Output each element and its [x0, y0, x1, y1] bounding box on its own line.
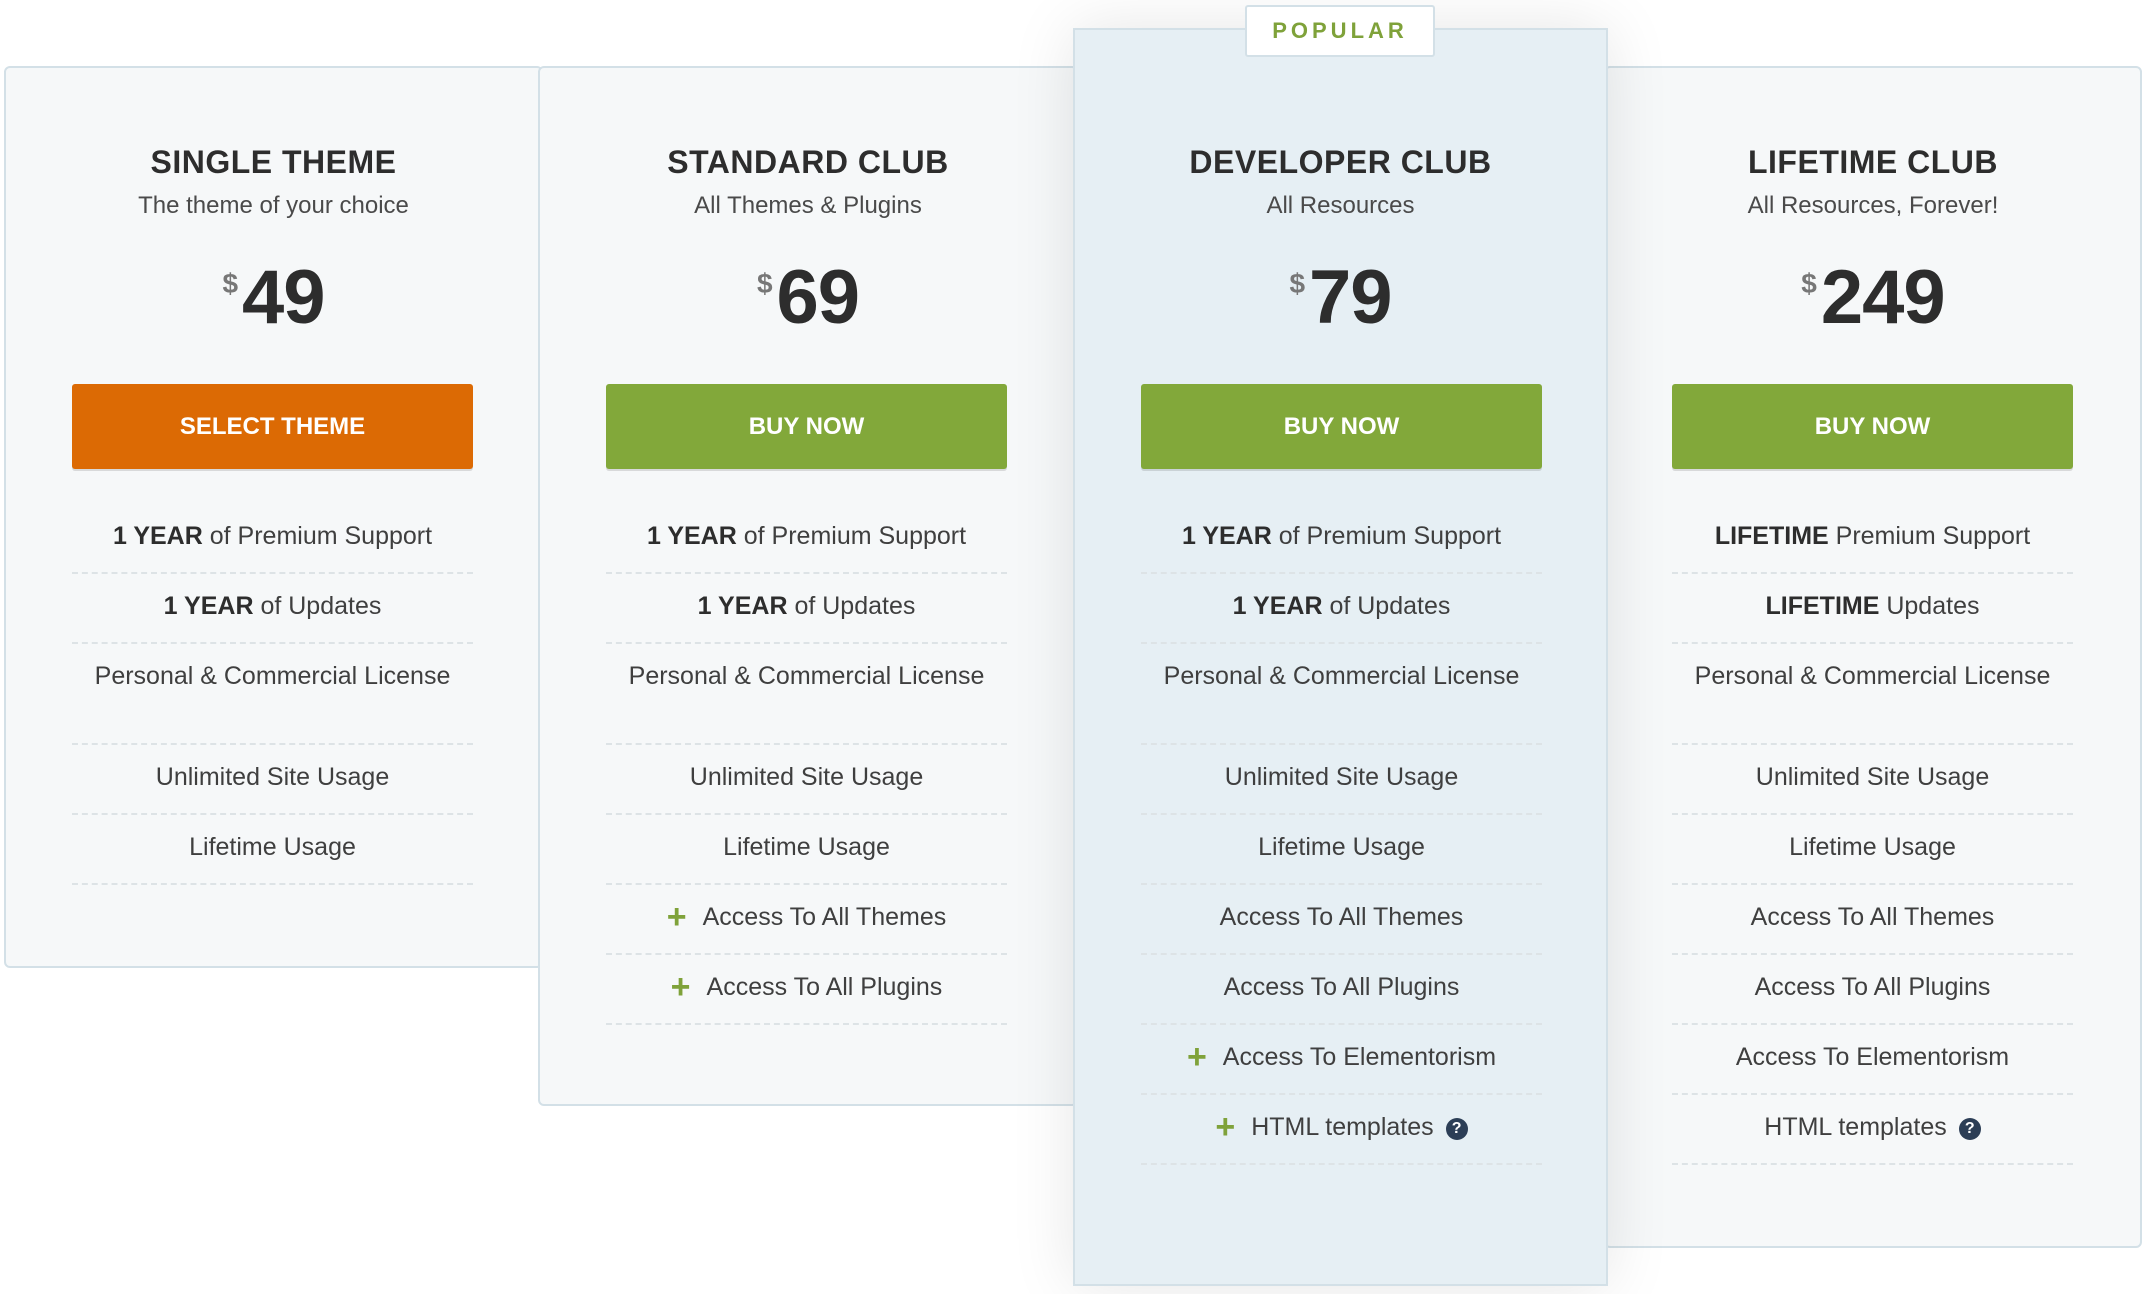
help-icon[interactable]: ?	[1958, 1118, 1981, 1140]
feature-site-usage: Unlimited Site Usage	[606, 745, 1007, 815]
feature-all-plugins: + Access To All Plugins	[606, 955, 1007, 1025]
feature-license: Personal & Commercial License	[1672, 644, 2073, 745]
plan-subtitle: All Resources, Forever!	[1747, 192, 1999, 219]
feature-all-plugins: Access To All Plugins	[1672, 955, 2073, 1025]
feature-support: LIFETIME Premium Support	[1672, 504, 2073, 574]
plan-subtitle: All Resources	[1266, 192, 1415, 219]
feature-site-usage: Unlimited Site Usage	[1141, 745, 1542, 815]
feature-html-templates: + HTML templates?	[1141, 1095, 1542, 1165]
feature-all-plugins: Access To All Plugins	[1141, 955, 1542, 1025]
feature-list: 1 YEAR of Premium Support 1 YEAR of Upda…	[1141, 504, 1542, 1165]
plan-name: STANDARD CLUB	[667, 144, 949, 180]
buy-now-button[interactable]: BUY NOW	[1141, 384, 1542, 469]
feature-site-usage: Unlimited Site Usage	[1672, 745, 2073, 815]
price-amount: 49	[242, 255, 326, 340]
feature-lifetime-usage: Lifetime Usage	[1141, 815, 1542, 885]
plan-price: $249	[1606, 258, 2140, 348]
feature-updates: 1 YEAR of Updates	[72, 574, 473, 644]
feature-site-usage: Unlimited Site Usage	[72, 745, 473, 815]
plus-icon: +	[666, 898, 687, 936]
price-amount: 249	[1820, 255, 1946, 340]
feature-list: 1 YEAR of Premium Support 1 YEAR of Upda…	[606, 504, 1007, 1025]
feature-elementorism: Access To Elementorism	[1672, 1025, 2073, 1095]
feature-all-themes: Access To All Themes	[1141, 885, 1542, 955]
plan-subtitle: The theme of your choice	[138, 192, 409, 219]
plan-card-lifetime-club: LIFETIME CLUB All Resources, Forever! $2…	[1604, 66, 2142, 1248]
buy-now-button[interactable]: BUY NOW	[606, 384, 1007, 469]
feature-list: LIFETIME Premium Support LIFETIME Update…	[1672, 504, 2073, 1165]
plan-price: $49	[6, 258, 541, 348]
plan-card-standard-club: STANDARD CLUB All Themes & Plugins $69 B…	[538, 66, 1078, 1106]
help-icon[interactable]: ?	[1445, 1118, 1468, 1140]
plus-icon: +	[1186, 1038, 1207, 1076]
currency-symbol: $	[222, 268, 239, 299]
popular-badge: POPULAR	[1245, 5, 1435, 57]
plan-card-developer-club: DEVELOPER CLUB All Resources $79 BUY NOW…	[1073, 28, 1608, 1286]
price-amount: 69	[776, 255, 861, 340]
feature-lifetime-usage: Lifetime Usage	[72, 815, 473, 885]
plus-icon: +	[1215, 1108, 1236, 1146]
select-theme-button[interactable]: SELECT THEME	[72, 384, 473, 469]
feature-support: 1 YEAR of Premium Support	[1141, 504, 1542, 574]
feature-updates: 1 YEAR of Updates	[606, 574, 1007, 644]
feature-lifetime-usage: Lifetime Usage	[606, 815, 1007, 885]
buy-now-button[interactable]: BUY NOW	[1672, 384, 2073, 469]
feature-license: Personal & Commercial License	[72, 644, 473, 745]
feature-updates: 1 YEAR of Updates	[1141, 574, 1542, 644]
feature-elementorism: + Access To Elementorism	[1141, 1025, 1542, 1095]
currency-symbol: $	[1801, 268, 1817, 299]
feature-license: Personal & Commercial License	[1141, 644, 1542, 745]
plan-subtitle: All Themes & Plugins	[694, 192, 922, 219]
currency-symbol: $	[1289, 268, 1306, 299]
feature-all-themes: Access To All Themes	[1672, 885, 2073, 955]
feature-all-themes: + Access To All Themes	[606, 885, 1007, 955]
currency-symbol: $	[756, 268, 773, 299]
feature-updates: LIFETIME Updates	[1672, 574, 2073, 644]
plan-card-single-theme: SINGLE THEME The theme of your choice $4…	[4, 66, 543, 968]
feature-support: 1 YEAR of Premium Support	[606, 504, 1007, 574]
plan-name: DEVELOPER CLUB	[1189, 144, 1492, 180]
feature-html-templates: HTML templates?	[1672, 1095, 2073, 1165]
feature-support: 1 YEAR of Premium Support	[72, 504, 473, 574]
feature-lifetime-usage: Lifetime Usage	[1672, 815, 2073, 885]
plan-name: LIFETIME CLUB	[1747, 144, 1999, 180]
plan-name: SINGLE THEME	[150, 144, 397, 180]
plan-price: $79	[1075, 258, 1606, 348]
feature-license: Personal & Commercial License	[606, 644, 1007, 745]
plan-price: $69	[540, 258, 1076, 348]
feature-list: 1 YEAR of Premium Support 1 YEAR of Upda…	[72, 504, 473, 885]
plus-icon: +	[670, 968, 691, 1006]
price-amount: 79	[1309, 255, 1393, 340]
